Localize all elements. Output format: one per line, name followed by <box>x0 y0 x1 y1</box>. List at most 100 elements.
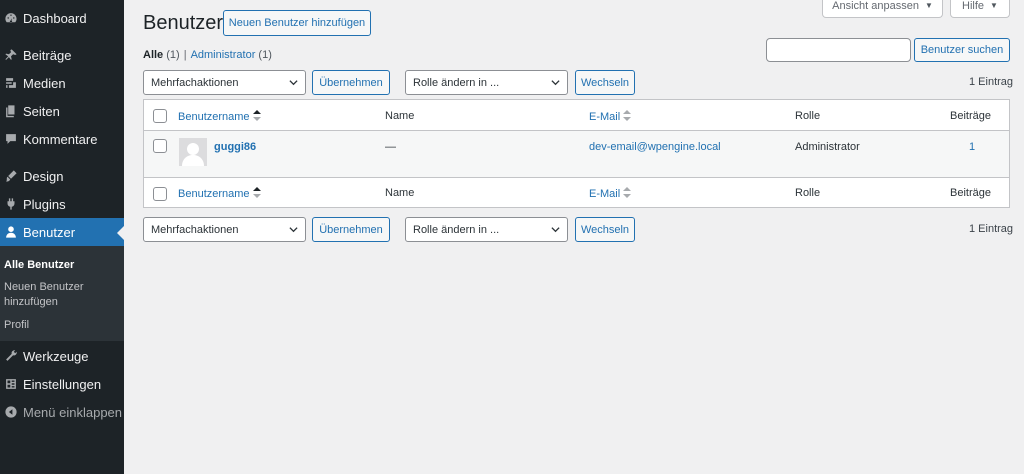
chevron-down-icon <box>289 225 298 234</box>
sidebar-item-label: Einstellungen <box>23 376 102 392</box>
plugin-icon <box>3 196 19 212</box>
column-posts: Beiträge <box>950 110 991 122</box>
media-icon <box>3 75 19 91</box>
comment-icon <box>3 131 19 147</box>
bulk-actions-select[interactable]: Mehrfachaktionen <box>143 70 306 95</box>
select-all-checkbox[interactable] <box>153 109 167 123</box>
help-label: Hilfe <box>962 0 985 12</box>
sidebar-item-label: Seiten <box>23 103 60 119</box>
column-name: Name <box>385 110 415 122</box>
search-users-input[interactable] <box>766 38 911 62</box>
table-header-row: Benutzername Name E-Mail Rolle Beiträge <box>144 100 1009 131</box>
sort-icon <box>623 187 632 198</box>
sidebar-item-label: Medien <box>23 75 66 91</box>
change-role-button[interactable]: Wechseln <box>575 70 635 95</box>
collapse-menu-button[interactable]: Menü einklappen <box>0 398 124 426</box>
sidebar-item-label: Plugins <box>23 196 66 212</box>
screen-options-button[interactable]: Ansicht anpassen ▼ <box>822 0 943 18</box>
sidebar-item-pages[interactable]: Seiten <box>0 97 124 125</box>
column-email-footer[interactable]: E-Mail <box>589 187 632 200</box>
sidebar-item-label: Menü einklappen <box>23 404 123 420</box>
submenu-item-add-user[interactable]: Neuen Benutzer hinzufügen <box>4 280 120 310</box>
items-count: 1 Eintrag <box>969 76 1014 88</box>
filter-administrator[interactable]: Administrator (1) <box>191 49 272 61</box>
filter-separator: | <box>183 49 187 61</box>
role-filter-links: Alle (1) | Administrator (1) <box>143 49 272 61</box>
sort-asc-icon <box>252 187 261 198</box>
avatar <box>179 138 207 166</box>
users-table: Benutzername Name E-Mail Rolle Beiträge … <box>143 99 1010 208</box>
sidebar-item-label: Beiträge <box>23 47 72 63</box>
select-all-checkbox-footer[interactable] <box>153 187 167 201</box>
sidebar-item-label: Design <box>23 168 64 184</box>
sidebar-item-comments[interactable]: Kommentare <box>0 125 124 153</box>
column-email-label: E-Mail <box>589 111 621 123</box>
help-button[interactable]: Hilfe ▼ <box>950 0 1010 18</box>
screen-options-label: Ansicht anpassen <box>832 0 919 12</box>
add-new-user-button[interactable]: Neuen Benutzer hinzufügen <box>223 10 371 36</box>
sidebar-item-users[interactable]: Benutzer <box>0 218 124 246</box>
table-footer-row: Benutzername Name E-Mail Rolle Beiträge <box>144 177 1009 208</box>
column-role-footer: Rolle <box>795 187 821 199</box>
items-count-bottom: 1 Eintrag <box>969 223 1014 235</box>
apply-bulk-button[interactable]: Übernehmen <box>312 70 390 95</box>
user-icon <box>3 224 19 240</box>
change-role-select-bottom[interactable]: Rolle ändern in ... <box>405 217 568 242</box>
email-link[interactable]: dev-email@wpengine.local <box>589 141 721 153</box>
apply-bulk-button-bottom[interactable]: Übernehmen <box>312 217 390 242</box>
sidebar-item-posts[interactable]: Beiträge <box>0 41 124 69</box>
column-username-label: Benutzername <box>178 111 250 123</box>
sort-asc-icon <box>252 110 261 121</box>
table-row: guggi86 — dev-email@wpengine.local Admin… <box>144 131 1009 177</box>
sidebar-item-tools[interactable]: Werkzeuge <box>0 342 124 370</box>
change-role-value: Rolle ändern in ... <box>413 223 500 236</box>
bulk-actions-select-bottom[interactable]: Mehrfachaktionen <box>143 217 306 242</box>
sidebar-item-settings[interactable]: Einstellungen <box>0 370 124 398</box>
sidebar-item-label: Kommentare <box>23 131 98 147</box>
pages-icon <box>3 103 19 119</box>
collapse-icon <box>3 404 19 420</box>
admin-sidebar: Dashboard Beiträge Medien Seiten Komment… <box>0 0 124 474</box>
sidebar-item-dashboard[interactable]: Dashboard <box>0 4 124 32</box>
chevron-down-icon <box>551 78 560 87</box>
search-users-button[interactable]: Benutzer suchen <box>914 38 1010 62</box>
change-role-button-bottom[interactable]: Wechseln <box>575 217 635 242</box>
bulk-actions-value: Mehrfachaktionen <box>151 76 239 89</box>
sidebar-item-media[interactable]: Medien <box>0 69 124 97</box>
users-submenu: Alle Benutzer Neuen Benutzer hinzufügen … <box>0 246 124 341</box>
username-link[interactable]: guggi86 <box>214 141 256 153</box>
submenu-item-profile[interactable]: Profil <box>4 318 120 333</box>
caret-down-icon: ▼ <box>924 1 933 10</box>
page-title: Benutzer <box>143 12 224 34</box>
dashboard-icon <box>3 10 19 26</box>
sidebar-item-label: Benutzer <box>23 224 76 240</box>
submenu-item-all-users[interactable]: Alle Benutzer <box>4 258 120 273</box>
column-role: Rolle <box>795 110 821 122</box>
column-username-label: Benutzername <box>178 188 250 200</box>
sidebar-item-appearance[interactable]: Design <box>0 162 124 190</box>
wrench-icon <box>3 348 19 364</box>
column-email-label: E-Mail <box>589 188 621 200</box>
row-checkbox[interactable] <box>153 139 167 153</box>
sidebar-item-label: Werkzeuge <box>23 348 89 364</box>
column-posts-footer: Beiträge <box>950 187 991 199</box>
sort-icon <box>623 110 632 121</box>
sidebar-item-label: Dashboard <box>23 10 87 26</box>
caret-down-icon: ▼ <box>990 1 998 10</box>
filter-all[interactable]: Alle (1) <box>143 49 180 61</box>
column-username-footer[interactable]: Benutzername <box>178 187 261 200</box>
column-username[interactable]: Benutzername <box>178 110 261 123</box>
bulk-actions-value: Mehrfachaktionen <box>151 223 239 236</box>
pin-icon <box>3 47 19 63</box>
change-role-value: Rolle ändern in ... <box>413 76 500 89</box>
name-cell: — <box>385 141 396 153</box>
chevron-down-icon <box>289 78 298 87</box>
posts-count-link[interactable]: 1 <box>969 141 975 153</box>
change-role-select[interactable]: Rolle ändern in ... <box>405 70 568 95</box>
chevron-down-icon <box>551 225 560 234</box>
brush-icon <box>3 168 19 184</box>
role-cell: Administrator <box>795 141 860 153</box>
column-email[interactable]: E-Mail <box>589 110 632 123</box>
sidebar-item-plugins[interactable]: Plugins <box>0 190 124 218</box>
settings-icon <box>3 376 19 392</box>
